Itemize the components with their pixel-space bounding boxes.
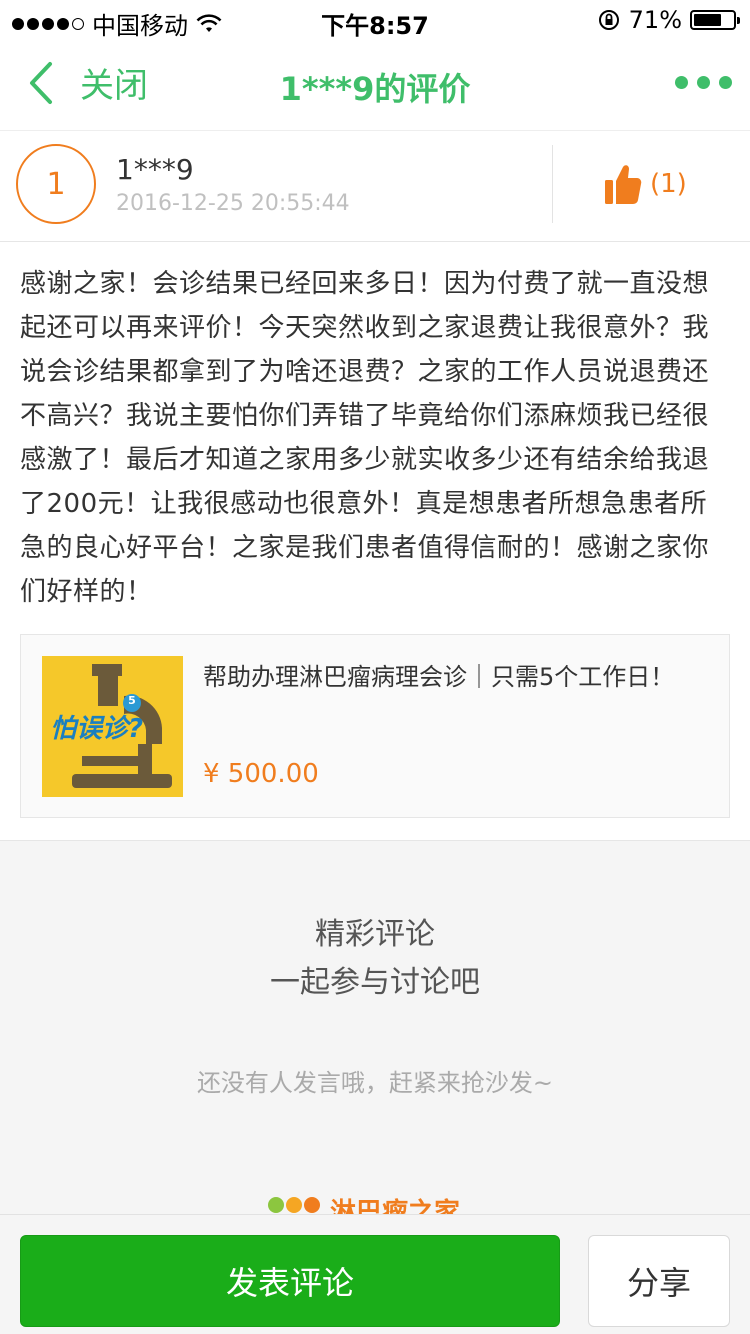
battery-fill xyxy=(694,14,721,26)
review-date: 2016-12-25 20:55:44 xyxy=(116,191,350,216)
brand-logo: 淋巴瘤之家 xyxy=(268,1195,460,1215)
more-dot-icon xyxy=(697,76,710,89)
more-button[interactable] xyxy=(675,76,732,89)
more-dot-icon xyxy=(719,76,732,89)
page-title: 1***9的评价 xyxy=(279,70,471,108)
post-comment-button[interactable]: 发表评论 xyxy=(20,1235,560,1327)
product-badge: 5 xyxy=(128,694,136,707)
nav-bar: 关闭 1***9的评价 xyxy=(0,40,750,130)
product-thumb-text: 怕误诊? xyxy=(50,714,144,744)
product-price: ¥ 500.00 xyxy=(203,759,319,789)
orientation-lock-icon xyxy=(598,10,619,30)
product-thumbnail: 5 怕误诊? xyxy=(42,656,183,797)
review-text: 感谢之家！会诊结果已经回来多日！因为付费了就一直没想起还可以再来评价！今天突然收… xyxy=(20,269,710,607)
comments-empty-text: 还没有人发言哦，赶紧来抢沙发~ xyxy=(196,1069,554,1097)
like-count: (1) xyxy=(650,169,687,199)
bottom-bar: 发表评论 分享 xyxy=(0,1214,750,1334)
product-title: 帮助办理淋巴瘤病理会诊｜只需5个工作日！ xyxy=(203,663,675,691)
share-button[interactable]: 分享 xyxy=(588,1235,730,1327)
divider xyxy=(552,145,553,223)
reviewer-name: 1***9 xyxy=(116,153,194,186)
status-bar: 中国移动 下午8:57 71% xyxy=(0,0,750,40)
comments-section: 精彩评论 一起参与讨论吧 还没有人发言哦，赶紧来抢沙发~ 淋巴瘤之家 xyxy=(0,840,750,1215)
review-header: 1 1***9 2016-12-25 20:55:44 (1) xyxy=(0,130,750,242)
thumbs-up-icon xyxy=(605,165,642,204)
product-card[interactable]: 5 怕误诊? 帮助办理淋巴瘤病理会诊｜只需5个工作日！ ¥ 500.00 xyxy=(20,634,730,818)
comments-subtitle: 一起参与讨论吧 xyxy=(270,965,480,1000)
like-button[interactable]: (1) xyxy=(604,163,687,205)
avatar: 1 xyxy=(16,144,96,224)
battery-icon xyxy=(690,10,740,30)
brand-dots-icon xyxy=(268,1195,320,1213)
status-right: 71% xyxy=(597,6,740,34)
battery-percent: 71% xyxy=(628,6,682,34)
brand-name: 淋巴瘤之家 xyxy=(330,1198,461,1215)
comments-title: 精彩评论 xyxy=(315,917,435,952)
more-dot-icon xyxy=(675,76,688,89)
